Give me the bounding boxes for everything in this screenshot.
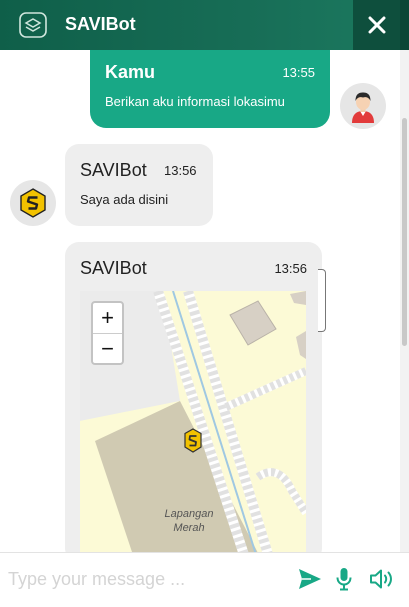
message-text: Saya ada disini <box>80 192 169 207</box>
location-marker-icon[interactable] <box>184 428 202 454</box>
header-title: SAVIBot <box>65 14 136 34</box>
message-time: 13:55 <box>282 65 315 80</box>
map-popup-edge <box>318 269 326 332</box>
close-icon <box>368 16 385 34</box>
chat-header: SAVIBot <box>0 0 409 50</box>
chat-messages: Kamu 13:55 Berikan aku informasi lokasim… <box>0 50 400 552</box>
speaker-button[interactable] <box>368 565 396 593</box>
zoom-in-button[interactable]: + <box>93 303 122 333</box>
scrollbar-thumb[interactable] <box>402 118 407 346</box>
message-sender: SAVIBot <box>80 160 147 180</box>
location-map[interactable]: + − Lapangan Merah <box>80 291 306 552</box>
send-button[interactable] <box>296 565 324 593</box>
close-button[interactable] <box>353 0 400 50</box>
savibot-avatar-icon <box>20 188 46 218</box>
chat-scrollbar[interactable] <box>400 50 409 552</box>
message-input[interactable] <box>8 563 288 595</box>
zoom-out-button[interactable]: − <box>93 333 122 363</box>
send-icon <box>299 569 321 589</box>
map-place-label: Lapangan Merah <box>164 508 214 534</box>
message-input-bar <box>0 552 409 607</box>
chat-widget: SAVIBot Kamu 13:55 Berikan aku informasi… <box>0 0 409 607</box>
microphone-icon <box>336 568 352 591</box>
user-avatar-icon <box>352 92 374 123</box>
message-sender: Kamu <box>105 62 156 82</box>
message-time: 13:56 <box>274 261 307 276</box>
message-time: 13:56 <box>164 163 197 178</box>
speaker-icon <box>370 569 392 589</box>
message-sender: SAVIBot <box>80 258 147 278</box>
bot-message-bubble: SAVIBot 13:56 Saya ada disini <box>65 144 213 226</box>
map-zoom-control: + − <box>91 301 124 365</box>
microphone-button[interactable] <box>330 565 358 593</box>
header-edge <box>400 0 409 50</box>
savibot-logo-icon <box>19 12 47 38</box>
user-message-bubble: Kamu 13:55 Berikan aku informasi lokasim… <box>90 50 330 128</box>
bot-avatar <box>10 180 56 226</box>
message-text: Berikan aku informasi lokasimu <box>105 94 285 109</box>
user-avatar <box>340 83 386 129</box>
